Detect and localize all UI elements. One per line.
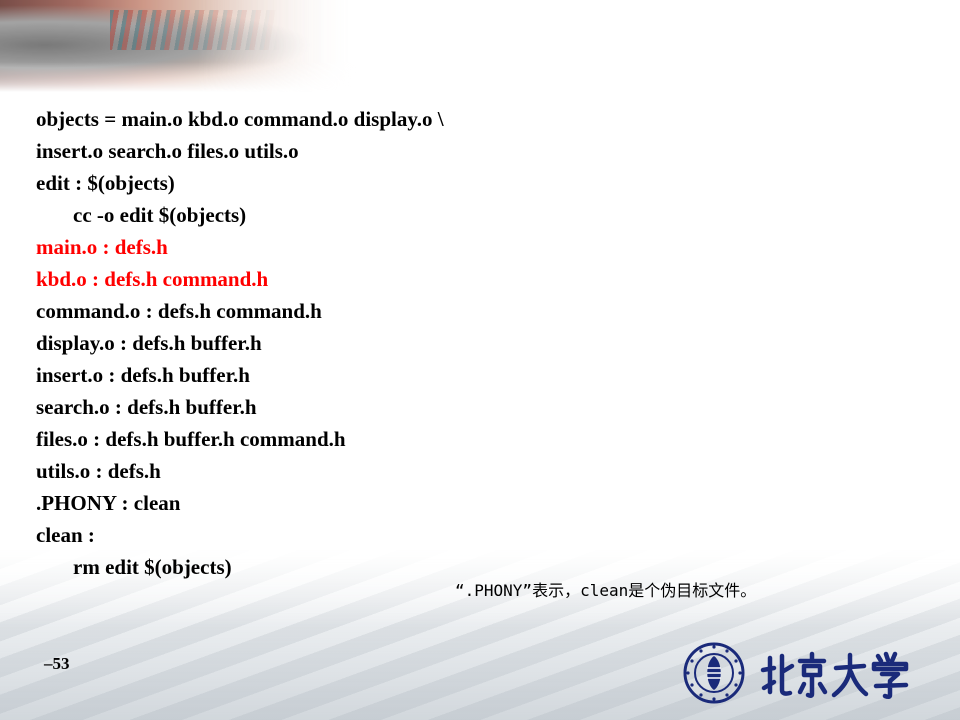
page-number: –53	[44, 654, 70, 673]
university-seal-icon	[683, 642, 745, 704]
code-line: insert.o search.o files.o utils.o	[36, 139, 299, 163]
phony-note: “.PHONY”表示，clean是个伪目标文件。	[455, 581, 757, 600]
code-line: rm edit $(objects)	[73, 555, 232, 579]
code-line: .PHONY : clean	[36, 491, 181, 515]
slide: objects = main.o kbd.o command.o display…	[0, 0, 960, 720]
code-line: edit : $(objects)	[36, 171, 175, 195]
code-line: display.o : defs.h buffer.h	[36, 331, 262, 355]
code-line: clean :	[36, 523, 95, 547]
makefile-code-block: objects = main.o kbd.o command.o display…	[36, 103, 444, 583]
code-line: utils.o : defs.h	[36, 459, 161, 483]
code-line: cc -o edit $(objects)	[73, 203, 247, 227]
code-line: search.o : defs.h buffer.h	[36, 395, 257, 419]
code-line: insert.o : defs.h buffer.h	[36, 363, 250, 387]
code-line: files.o : defs.h buffer.h command.h	[36, 427, 346, 451]
code-line: objects = main.o kbd.o command.o display…	[36, 107, 444, 131]
header-photo-detail	[110, 10, 280, 50]
peking-university-wordmark-icon	[760, 651, 909, 700]
code-line: command.o : defs.h command.h	[36, 299, 322, 323]
code-line: kbd.o : defs.h command.h	[36, 267, 269, 291]
code-line: main.o : defs.h	[36, 235, 168, 259]
